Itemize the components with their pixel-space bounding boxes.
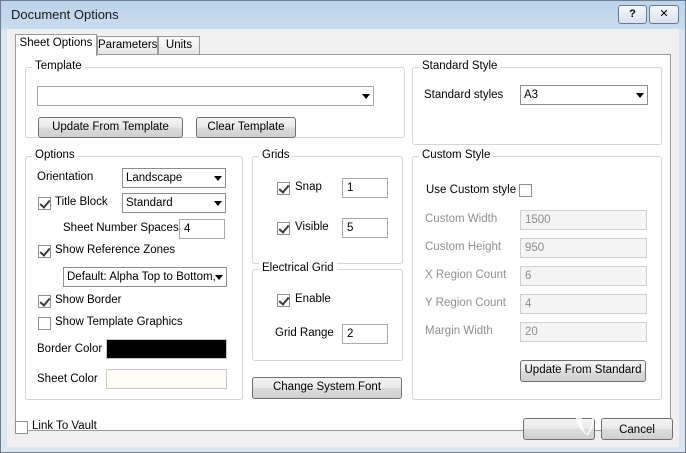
title-block-label: Title Block (55, 196, 108, 208)
link-to-vault-label: Link To Vault (32, 420, 97, 432)
custom-width-label: Custom Width (425, 213, 498, 225)
custom-height-input[interactable]: 950 (520, 238, 647, 258)
x-region-count-input[interactable]: 6 (520, 266, 647, 286)
show-template-graphics-checkbox[interactable] (38, 317, 51, 330)
reference-zones-value: Default: Alpha Top to Bottom, (67, 271, 216, 283)
tab-parameters[interactable]: Parameters (97, 36, 158, 54)
change-system-font-button[interactable]: Change System Font (252, 377, 402, 399)
grid-range-input[interactable]: 2 (342, 324, 388, 344)
template-combo[interactable] (37, 86, 374, 106)
help-icon: ? (629, 8, 636, 20)
reference-zones-combo[interactable]: Default: Alpha Top to Bottom, (63, 267, 227, 287)
chevron-down-icon (214, 176, 222, 181)
update-from-standard-button[interactable]: Update From Standard (520, 360, 646, 382)
show-border-label: Show Border (55, 294, 122, 306)
use-custom-style-label: Use Custom style (426, 184, 517, 196)
clear-template-button[interactable]: Clear Template (196, 117, 296, 138)
chevron-down-icon (636, 93, 644, 98)
options-group: Options Orientation Landscape Title Bloc… (25, 149, 243, 400)
custom-width-input[interactable]: 1500 (520, 210, 647, 230)
visible-checkbox[interactable] (277, 222, 290, 235)
window-title: Document Options (11, 7, 119, 22)
snap-label: Snap (295, 181, 322, 193)
sheet-number-spaces-input[interactable]: 4 (179, 219, 225, 239)
standard-styles-label: Standard styles (424, 89, 504, 101)
close-button[interactable]: ✕ (649, 5, 679, 24)
snap-input[interactable]: 1 (342, 178, 388, 198)
title-block-checkbox[interactable] (38, 197, 51, 210)
options-group-label: Options (32, 149, 78, 161)
title-bar[interactable]: Document Options ? ✕ (1, 1, 685, 29)
chevron-down-icon (214, 201, 222, 206)
sheet-options-panel: Template Update From Template Clear Temp… (15, 54, 671, 431)
sheet-number-spaces-label: Sheet Number Spaces (63, 222, 179, 234)
grids-group-label: Grids (259, 149, 293, 161)
show-reference-zones-label: Show Reference Zones (55, 244, 176, 256)
chevron-down-icon (215, 275, 223, 280)
title-block-combo[interactable]: Standard (122, 193, 226, 213)
show-border-checkbox[interactable] (38, 295, 51, 308)
link-to-vault-checkbox[interactable] (15, 421, 28, 434)
orientation-label: Orientation (37, 171, 94, 183)
x-region-count-label: X Region Count (425, 269, 507, 281)
border-color-swatch[interactable] (106, 339, 227, 359)
standard-styles-value: A3 (524, 89, 539, 101)
ok-button[interactable] (523, 418, 595, 440)
close-icon: ✕ (659, 8, 669, 20)
standard-style-group-label: Standard Style (419, 60, 501, 72)
y-region-count-input[interactable]: 4 (520, 294, 647, 314)
custom-style-group: Custom Style Use Custom style Custom Wid… (412, 149, 662, 400)
show-template-graphics-label: Show Template Graphics (55, 316, 183, 328)
snap-checkbox[interactable] (277, 182, 290, 195)
sheet-color-swatch[interactable] (106, 369, 227, 389)
grids-group: Grids Snap 1 Visible 5 (252, 149, 403, 264)
tab-units[interactable]: Units (158, 36, 200, 54)
margin-width-input[interactable]: 20 (520, 322, 647, 342)
use-custom-style-checkbox[interactable] (519, 184, 532, 197)
y-region-count-label: Y Region Count (425, 297, 506, 309)
custom-style-group-label: Custom Style (419, 149, 494, 161)
margin-width-label: Margin Width (425, 325, 493, 337)
help-button[interactable]: ? (618, 5, 647, 24)
electrical-grid-group-label: Electrical Grid (259, 262, 337, 274)
template-group-label: Template (32, 60, 85, 72)
standard-styles-combo[interactable]: A3 (520, 85, 648, 105)
title-block-value: Standard (126, 197, 173, 209)
dialog-client-area: Sheet Options Parameters Units Template … (7, 29, 679, 447)
grid-range-label: Grid Range (275, 327, 334, 339)
visible-label: Visible (295, 221, 329, 233)
cancel-button[interactable]: Cancel (601, 418, 673, 440)
document-options-window: Document Options ? ✕ Sheet Options Param… (0, 0, 686, 453)
template-group: Template Update From Template Clear Temp… (25, 60, 405, 138)
electrical-grid-enable-checkbox[interactable] (277, 294, 290, 307)
electrical-grid-enable-label: Enable (295, 293, 331, 305)
custom-height-label: Custom Height (425, 241, 502, 253)
standard-style-group: Standard Style Standard styles A3 (412, 60, 662, 145)
update-from-template-button[interactable]: Update From Template (38, 117, 183, 138)
border-color-label: Border Color (37, 343, 103, 355)
show-reference-zones-checkbox[interactable] (38, 245, 51, 258)
electrical-grid-group: Electrical Grid Enable Grid Range 2 (252, 262, 403, 361)
visible-input[interactable]: 5 (342, 218, 388, 238)
orientation-combo[interactable]: Landscape (122, 168, 226, 188)
chevron-down-icon (362, 94, 370, 99)
sheet-color-label: Sheet Color (37, 373, 98, 385)
tab-sheet-options[interactable]: Sheet Options (15, 34, 97, 56)
orientation-value: Landscape (126, 172, 183, 184)
